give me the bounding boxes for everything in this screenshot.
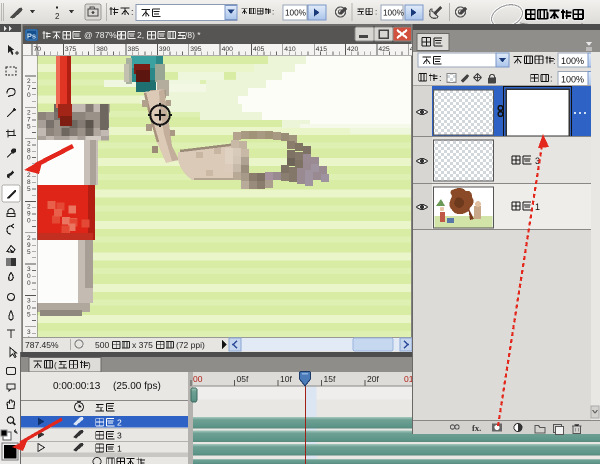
svg-text:5: 5 (27, 311, 31, 318)
svg-text::: : (375, 8, 377, 17)
svg-text:Ps: Ps (27, 32, 36, 41)
svg-text:425: 425 (378, 46, 390, 53)
svg-text::: : (550, 74, 553, 84)
svg-text:(25.00 fps): (25.00 fps) (113, 381, 161, 392)
svg-text:787.45%: 787.45% (25, 340, 59, 350)
svg-text:415: 415 (316, 46, 328, 53)
svg-text:5: 5 (27, 186, 31, 193)
svg-text::: : (553, 56, 556, 66)
svg-text:100%: 100% (285, 9, 306, 18)
svg-text:/8) *: /8) * (185, 30, 201, 40)
svg-text:00: 00 (193, 374, 203, 384)
svg-text:2: 2 (27, 235, 31, 242)
svg-text:10f: 10f (280, 374, 292, 384)
svg-text:1: 1 (535, 202, 540, 212)
svg-text:3: 3 (27, 297, 31, 304)
svg-text:420: 420 (347, 46, 359, 53)
svg-text:3: 3 (27, 266, 31, 273)
svg-text::: : (439, 73, 442, 83)
svg-text:405: 405 (253, 46, 265, 53)
svg-text:(72 ppi): (72 ppi) (176, 340, 205, 350)
svg-text:395: 395 (190, 46, 202, 53)
svg-text:2,: 2, (137, 30, 144, 40)
svg-text:2: 2 (55, 12, 60, 21)
svg-text:3: 3 (27, 329, 31, 336)
svg-text:375: 375 (65, 46, 77, 53)
svg-text:2: 2 (27, 203, 31, 210)
svg-text:400: 400 (222, 46, 234, 53)
svg-text:0: 0 (27, 280, 31, 287)
svg-text::: : (272, 8, 274, 17)
svg-text:@ 787% (: @ 787% ( (84, 30, 122, 40)
svg-text:fx.: fx. (472, 423, 481, 433)
svg-text::: : (131, 7, 134, 17)
svg-text:380: 380 (96, 46, 108, 53)
svg-text:7: 7 (27, 85, 31, 92)
svg-text:8: 8 (27, 148, 31, 155)
svg-text:5: 5 (27, 249, 31, 256)
svg-text:x 375: x 375 (132, 340, 153, 350)
svg-text:9: 9 (27, 242, 31, 249)
svg-text:2: 2 (27, 78, 31, 85)
svg-text:9: 9 (27, 210, 31, 217)
svg-text:385: 385 (128, 46, 140, 53)
svg-text:0: 0 (27, 155, 31, 162)
svg-text:2: 2 (27, 141, 31, 148)
svg-text:5: 5 (27, 123, 31, 130)
svg-text:0: 0 (27, 273, 31, 280)
svg-text:3: 3 (117, 431, 122, 441)
svg-text:20f: 20f (367, 374, 379, 384)
svg-text:500: 500 (95, 340, 109, 350)
svg-text:70: 70 (34, 46, 42, 53)
svg-text:390: 390 (159, 46, 171, 53)
svg-text:0: 0 (27, 217, 31, 224)
svg-text:2: 2 (117, 418, 122, 428)
svg-text:0: 0 (27, 304, 31, 311)
svg-text:15f: 15f (324, 374, 336, 384)
svg-text:): ) (88, 361, 91, 370)
svg-text:100%: 100% (561, 56, 584, 66)
svg-text:2: 2 (27, 109, 31, 116)
svg-text:0:00:00:13: 0:00:00:13 (53, 381, 101, 392)
svg-text:(: ( (54, 361, 57, 370)
svg-text:05f: 05f (237, 374, 249, 384)
svg-text:100%: 100% (383, 9, 404, 18)
svg-text:100%: 100% (561, 75, 584, 85)
svg-text:0: 0 (27, 92, 31, 99)
svg-text:2: 2 (27, 172, 31, 179)
svg-text:8: 8 (27, 179, 31, 186)
svg-text:7: 7 (27, 116, 31, 123)
svg-text:1: 1 (117, 443, 122, 453)
svg-text:410: 410 (284, 46, 296, 53)
